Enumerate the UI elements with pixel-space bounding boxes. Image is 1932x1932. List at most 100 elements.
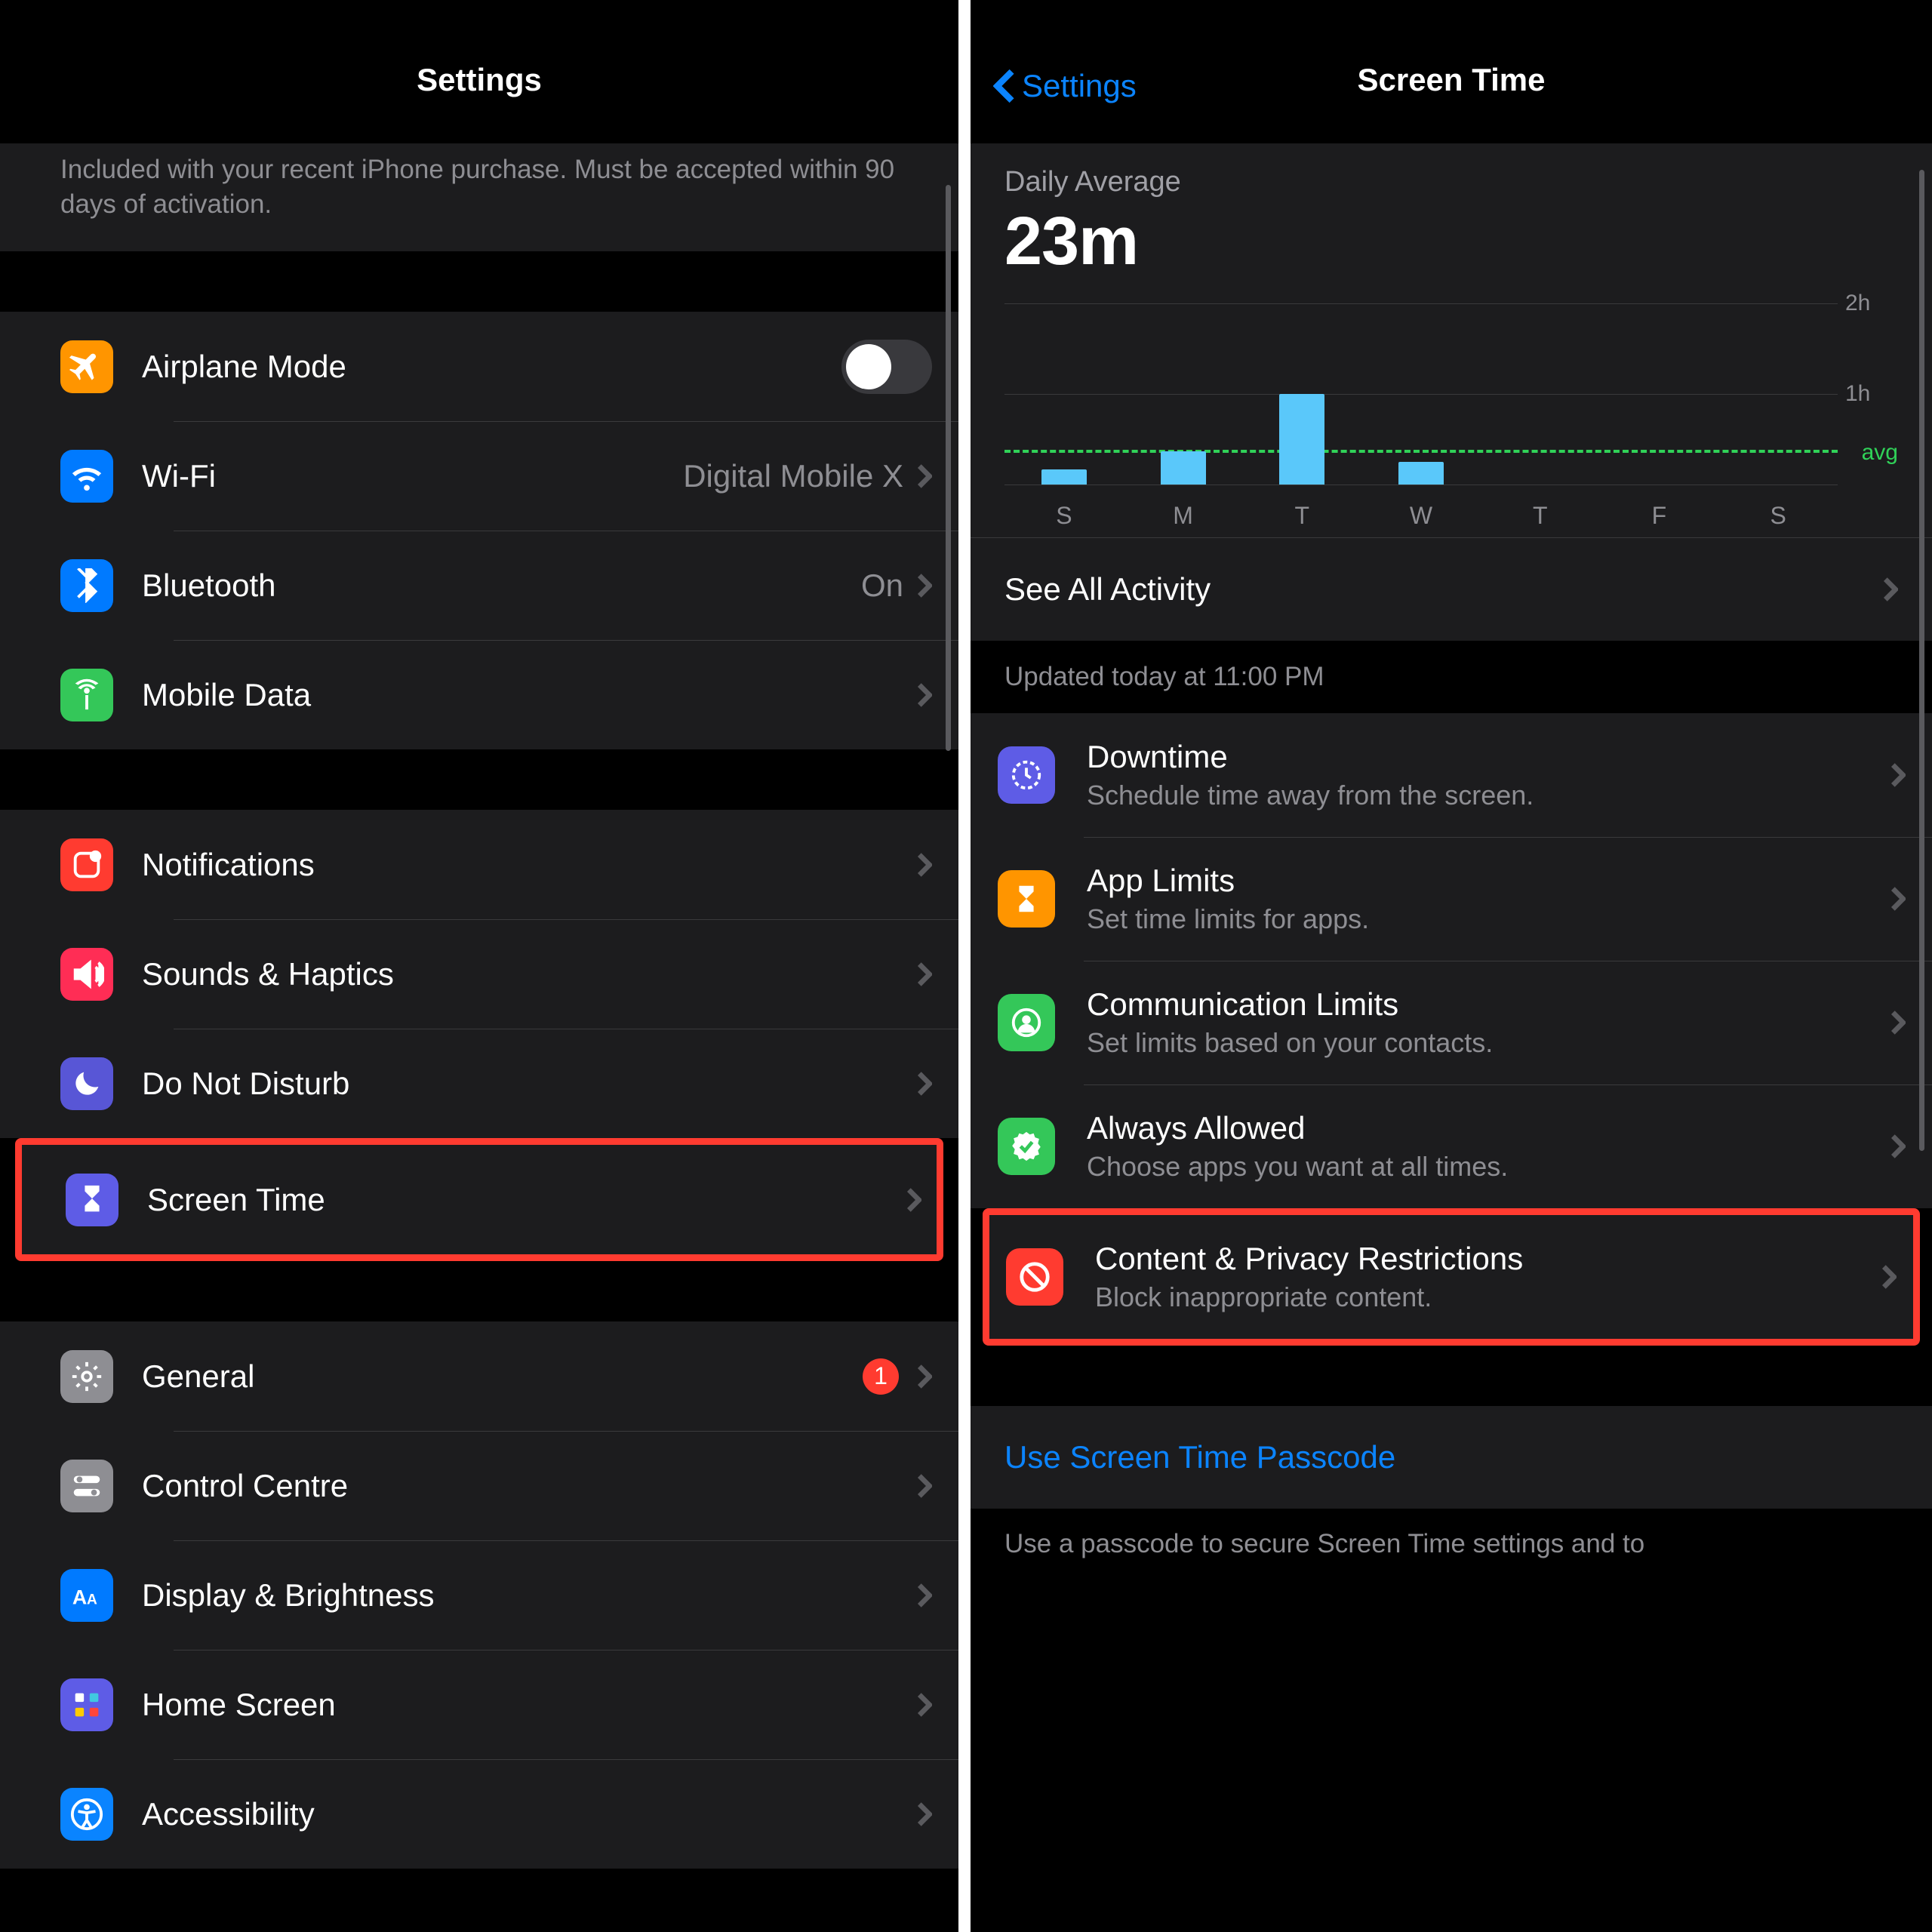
screen-time-header: Settings Screen Time	[971, 0, 1932, 143]
see-all-activity-row[interactable]: See All Activity	[971, 537, 1932, 641]
display-row[interactable]: AA Display & Brightness	[0, 1540, 958, 1650]
general-label: General	[142, 1358, 863, 1395]
wifi-icon	[60, 450, 113, 503]
clock-icon	[998, 746, 1055, 804]
daily-avg-value: 23m	[1004, 203, 1898, 281]
chevron-right-icon	[917, 1071, 932, 1097]
always-allowed-sub: Choose apps you want at all times.	[1087, 1151, 1890, 1183]
control-centre-label: Control Centre	[142, 1468, 917, 1504]
mobile-data-row[interactable]: Mobile Data	[0, 640, 958, 749]
back-label: Settings	[1022, 68, 1137, 104]
downtime-sub: Schedule time away from the screen.	[1087, 780, 1890, 811]
chevron-right-icon	[917, 463, 932, 489]
usage-summary: Daily Average 23m 2h 1h avg	[971, 143, 1932, 537]
control-centre-row[interactable]: Control Centre	[0, 1431, 958, 1540]
ytick-2h: 2h	[1845, 291, 1898, 316]
wifi-label: Wi-Fi	[142, 458, 683, 494]
app-limits-sub: Set time limits for apps.	[1087, 903, 1890, 935]
use-passcode-row[interactable]: Use Screen Time Passcode	[971, 1406, 1932, 1509]
notifications-row[interactable]: Notifications	[0, 810, 958, 919]
chevron-right-icon	[917, 1692, 932, 1718]
chevron-right-icon	[1890, 1134, 1906, 1159]
content-privacy-row[interactable]: Content & Privacy Restrictions Block ina…	[989, 1215, 1913, 1339]
dnd-row[interactable]: Do Not Disturb	[0, 1029, 958, 1138]
avg-label: avg	[1862, 440, 1898, 466]
scroll-indicator	[1919, 170, 1924, 1151]
daily-avg-caption: Daily Average	[1004, 166, 1898, 198]
always-allowed-title: Always Allowed	[1087, 1110, 1890, 1146]
hourglass-icon	[998, 870, 1055, 928]
svg-text:A: A	[87, 1592, 97, 1607]
airplane-mode-row[interactable]: Airplane Mode	[0, 312, 958, 421]
chevron-right-icon	[917, 1364, 932, 1389]
page-title: Settings	[417, 62, 542, 98]
chevron-left-icon	[993, 68, 1016, 104]
accessibility-label: Accessibility	[142, 1796, 917, 1832]
sounds-row[interactable]: Sounds & Haptics	[0, 919, 958, 1029]
xlabel: F	[1600, 491, 1719, 530]
chevron-right-icon	[917, 961, 932, 987]
communication-limits-row[interactable]: Communication Limits Set limits based on…	[971, 961, 1932, 1084]
passcode-footer: Use a passcode to secure Screen Time set…	[971, 1509, 1932, 1561]
screen-time-highlight: Screen Time	[15, 1138, 943, 1261]
accessibility-icon	[60, 1788, 113, 1841]
wifi-row[interactable]: Wi-Fi Digital Mobile X	[0, 421, 958, 531]
content-privacy-highlight: Content & Privacy Restrictions Block ina…	[983, 1208, 1920, 1346]
back-button[interactable]: Settings	[993, 68, 1137, 104]
chevron-right-icon	[917, 682, 932, 708]
xlabel: T	[1481, 491, 1600, 530]
connectivity-section: Airplane Mode Wi-Fi Digital Mobile X Blu…	[0, 312, 958, 749]
notifications-label: Notifications	[142, 847, 917, 883]
text-size-icon: AA	[60, 1569, 113, 1622]
dnd-label: Do Not Disturb	[142, 1066, 917, 1102]
app-limits-title: App Limits	[1087, 863, 1890, 899]
bluetooth-row[interactable]: Bluetooth On	[0, 531, 958, 640]
mobile-data-label: Mobile Data	[142, 677, 917, 713]
scroll-indicator	[946, 185, 951, 751]
ytick-1h: 1h	[1845, 381, 1898, 407]
home-screen-label: Home Screen	[142, 1687, 917, 1723]
chevron-right-icon	[917, 1473, 932, 1499]
last-updated: Updated today at 11:00 PM	[971, 641, 1932, 713]
antenna-icon	[60, 669, 113, 721]
downtime-title: Downtime	[1087, 739, 1890, 775]
content-privacy-title: Content & Privacy Restrictions	[1095, 1241, 1881, 1277]
apps-grid-icon	[60, 1678, 113, 1731]
chevron-right-icon	[1890, 886, 1906, 912]
screen-time-options: Downtime Schedule time away from the scr…	[971, 713, 1932, 1208]
chevron-right-icon	[1890, 1010, 1906, 1035]
always-allowed-row[interactable]: Always Allowed Choose apps you want at a…	[971, 1084, 1932, 1208]
xlabel: T	[1242, 491, 1361, 530]
xlabel: S	[1004, 491, 1124, 530]
chevron-right-icon	[1883, 577, 1898, 602]
chevron-right-icon	[917, 1801, 932, 1827]
general-section: General 1 Control Centre AA Display & Br…	[0, 1321, 958, 1869]
promo-subtext: Included with your recent iPhone purchas…	[0, 143, 958, 251]
page-title: Screen Time	[1357, 62, 1545, 98]
xlabel: M	[1124, 491, 1243, 530]
chart-bars	[1004, 303, 1838, 485]
downtime-row[interactable]: Downtime Schedule time away from the scr…	[971, 713, 1932, 837]
xlabel: S	[1718, 491, 1838, 530]
home-screen-row[interactable]: Home Screen	[0, 1650, 958, 1759]
accessibility-row[interactable]: Accessibility	[0, 1759, 958, 1869]
svg-text:A: A	[72, 1586, 87, 1608]
moon-icon	[60, 1057, 113, 1110]
screen-time-label: Screen Time	[147, 1182, 906, 1218]
chevron-right-icon	[906, 1187, 921, 1213]
settings-header: Settings	[0, 0, 958, 143]
settings-pane: Settings Included with your recent iPhon…	[0, 0, 966, 1932]
screen-time-row[interactable]: Screen Time	[22, 1145, 937, 1254]
bluetooth-icon	[60, 559, 113, 612]
chevron-right-icon	[1890, 762, 1906, 788]
general-row[interactable]: General 1	[0, 1321, 958, 1431]
airplane-toggle[interactable]	[841, 340, 932, 394]
sounds-label: Sounds & Haptics	[142, 956, 917, 992]
app-limits-row[interactable]: App Limits Set time limits for apps.	[971, 837, 1932, 961]
wifi-value: Digital Mobile X	[683, 458, 903, 494]
content-privacy-sub: Block inappropriate content.	[1095, 1281, 1881, 1313]
chevron-right-icon	[1881, 1264, 1897, 1290]
bluetooth-label: Bluetooth	[142, 568, 861, 604]
no-entry-icon	[1006, 1248, 1063, 1306]
general-badge: 1	[863, 1358, 899, 1395]
